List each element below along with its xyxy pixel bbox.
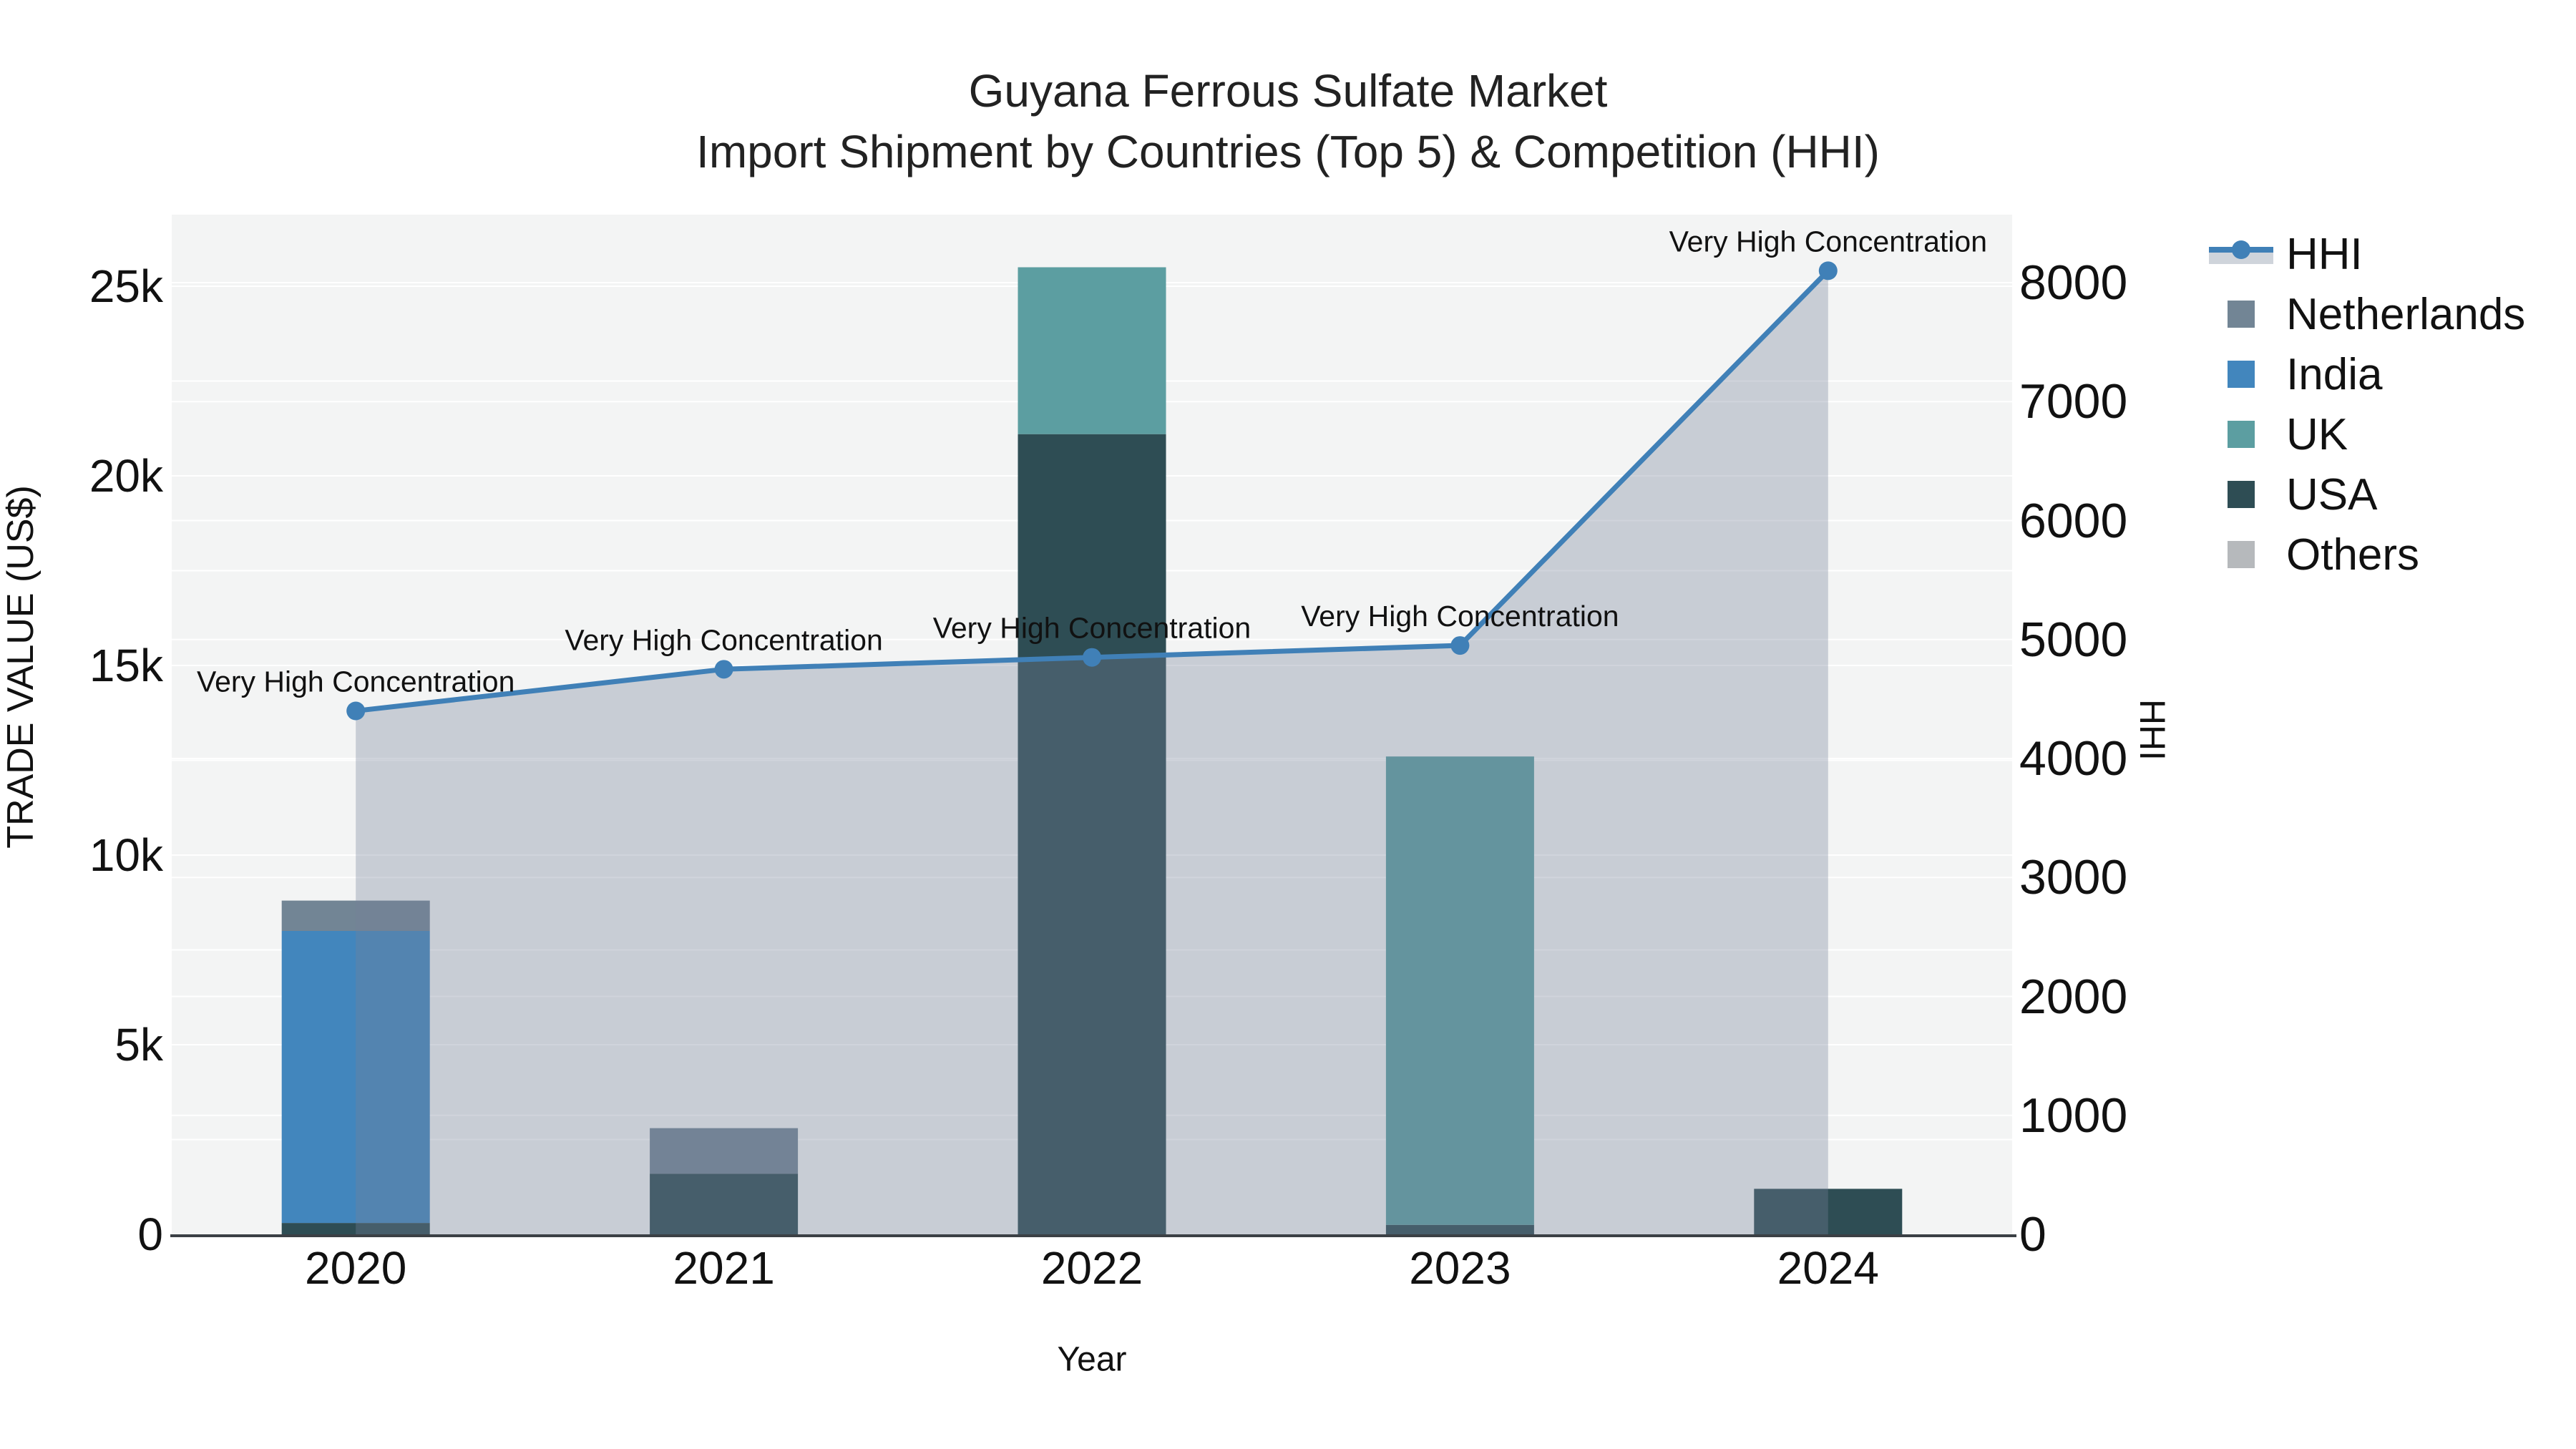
legend-item-usa[interactable]: USA	[2209, 464, 2525, 525]
hhi-marker-2021	[714, 660, 733, 679]
annotation-2024: Very High Concentration	[1669, 225, 1987, 258]
right-tick-0: 0	[2019, 1207, 2046, 1262]
legend: HHI Netherlands India UK USA Others	[2209, 224, 2525, 585]
legend-label-hhi: HHI	[2286, 229, 2363, 279]
hhi-marker-2023	[1450, 636, 1470, 655]
left-axis-title: TRADE VALUE (US$)	[0, 485, 42, 849]
legend-label-others: Others	[2286, 530, 2420, 580]
annotation-2022: Very High Concentration	[933, 612, 1251, 645]
india-swatch-icon	[2228, 361, 2255, 388]
left-tick-25k: 25k	[89, 260, 163, 312]
annotation-2020: Very High Concentration	[197, 665, 514, 698]
annotation-2021: Very High Concentration	[565, 623, 882, 656]
x-tick-2024: 2024	[1777, 1242, 1879, 1294]
right-tick-1000: 1000	[2019, 1088, 2128, 1143]
left-tick-0: 0	[137, 1209, 163, 1260]
usa-swatch-icon	[2228, 481, 2255, 508]
left-tick-5k: 5k	[114, 1019, 163, 1070]
right-tick-2000: 2000	[2019, 969, 2128, 1024]
uk-swatch-icon	[2228, 421, 2255, 448]
right-axis-title: HHI	[2132, 698, 2172, 761]
legend-label-netherlands: Netherlands	[2286, 289, 2526, 339]
bar-uk-2022	[1018, 267, 1166, 434]
legend-label-india: India	[2286, 349, 2383, 399]
hhi-marker-2020	[346, 701, 366, 721]
legend-item-netherlands[interactable]: Netherlands	[2209, 284, 2525, 344]
legend-item-india[interactable]: India	[2209, 344, 2525, 404]
x-tick-2022: 2022	[1040, 1242, 1143, 1294]
hhi-marker-2022	[1083, 648, 1101, 667]
right-tick-3000: 3000	[2019, 850, 2128, 905]
legend-item-uk[interactable]: UK	[2209, 404, 2525, 464]
legend-item-hhi[interactable]: HHI	[2209, 224, 2525, 284]
netherlands-swatch-icon	[2228, 301, 2255, 328]
others-swatch-icon	[2228, 541, 2255, 568]
legend-label-uk: UK	[2286, 409, 2348, 459]
hhi-marker-2024	[1818, 261, 1838, 280]
right-tick-5000: 5000	[2019, 612, 2128, 667]
chart-figure: Guyana Ferrous Sulfate Market Import Shi…	[0, 0, 2576, 1449]
x-tick-2023: 2023	[1409, 1242, 1511, 1294]
x-axis-title: Year	[1057, 1340, 1127, 1379]
legend-label-usa: USA	[2286, 469, 2378, 519]
hhi-line-symbol	[2209, 240, 2273, 264]
annotation-2023: Very High Concentration	[1301, 600, 1619, 633]
x-tick-2020: 2020	[305, 1242, 407, 1294]
x-tick-2021: 2021	[673, 1242, 775, 1294]
legend-item-others[interactable]: Others	[2209, 525, 2525, 585]
